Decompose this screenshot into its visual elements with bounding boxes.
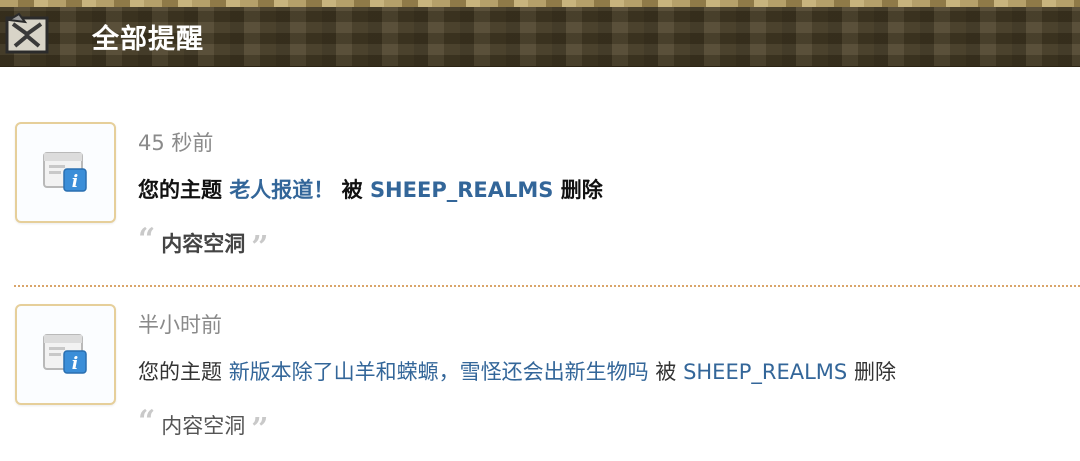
notice-suffix: 删除 <box>853 360 896 384</box>
notice-middle: 被 <box>341 178 363 202</box>
reason-text: 内容空洞 <box>161 232 246 256</box>
reason-text: 内容空洞 <box>161 414 246 438</box>
header-texture-band <box>0 0 1080 7</box>
page-title: 全部提醒 <box>92 24 204 55</box>
open-quote-icon: “ <box>138 404 156 439</box>
svg-text:i: i <box>71 172 77 192</box>
notice-message: 您的主题 新版本除了山羊和蝾螈，雪怪还会出新生物吗 被 SHEEP_REALMS… <box>138 356 896 386</box>
close-quote-icon: ” <box>251 412 269 447</box>
user-link[interactable]: SHEEP_REALMS <box>370 178 553 202</box>
svg-text:i: i <box>71 354 77 374</box>
notice-prefix: 您的主题 <box>138 178 222 202</box>
app-header: 全部提醒 <box>0 0 1080 67</box>
notice-avatar: i <box>15 122 116 223</box>
notice-message: 您的主题 老人报道！ 被 SHEEP_REALMS 删除 <box>138 174 603 204</box>
topic-link[interactable]: 老人报道！ <box>229 178 334 202</box>
open-quote-icon: “ <box>138 222 156 257</box>
notice-reason: “ 内容空洞 ” <box>138 404 269 445</box>
notice-suffix: 删除 <box>560 178 603 202</box>
notice-reason: “ 内容空洞 ” <box>138 222 269 263</box>
notice-info-icon: i <box>42 151 87 192</box>
close-quote-icon: ” <box>251 230 269 265</box>
notice-avatar: i <box>15 304 116 405</box>
notice-prefix: 您的主题 <box>138 360 222 384</box>
user-link[interactable]: SHEEP_REALMS <box>683 360 847 384</box>
notice-divider <box>14 285 1080 287</box>
notice-middle: 被 <box>655 360 677 384</box>
notice-time: 45 秒前 <box>138 131 214 155</box>
back-button[interactable] <box>0 10 56 60</box>
notice-time: 半小时前 <box>138 313 222 337</box>
topic-link[interactable]: 新版本除了山羊和蝾螈，雪怪还会出新生物吗 <box>229 360 649 384</box>
notice-info-icon: i <box>42 333 87 374</box>
back-icon <box>5 12 49 54</box>
